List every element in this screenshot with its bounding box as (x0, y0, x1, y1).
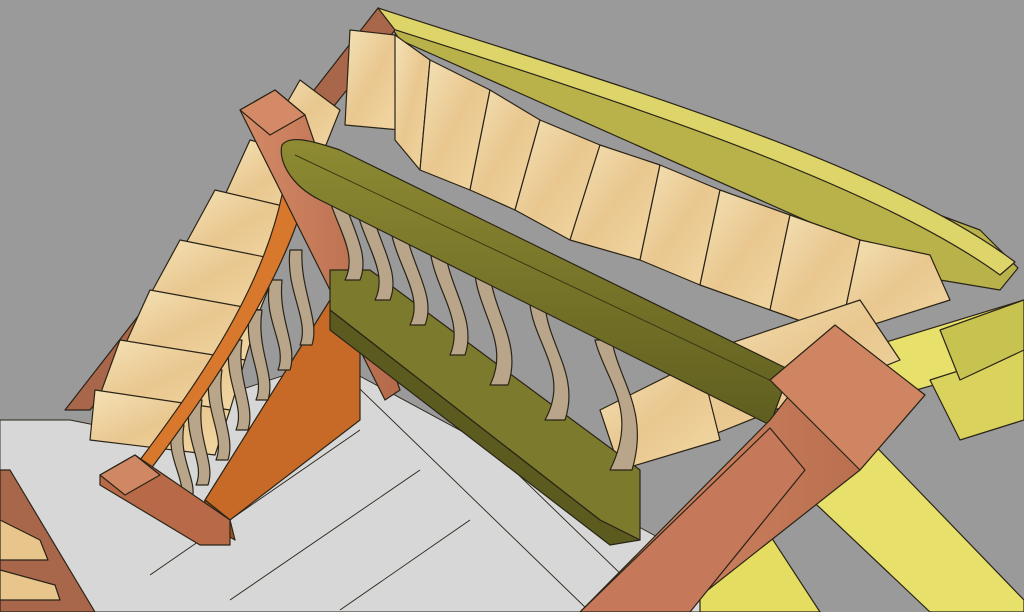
tread (344, 29, 401, 131)
staircase-scene (0, 0, 1024, 612)
